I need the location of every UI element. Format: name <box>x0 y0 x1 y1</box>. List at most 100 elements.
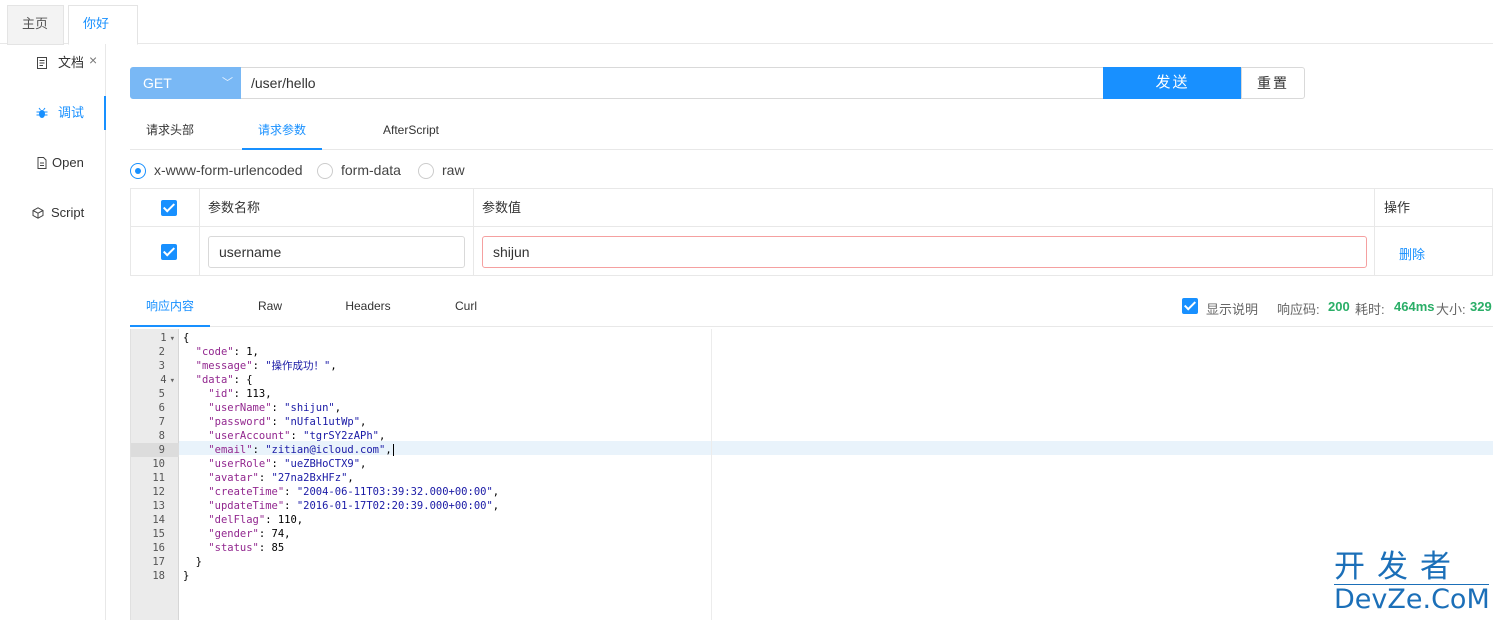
chevron-down-icon: ﹀ <box>222 77 233 89</box>
sidebar: 文档 调试 Open Script <box>0 44 106 620</box>
code-line: "userAccount": "tgrSY2zAPh", <box>208 430 386 442</box>
code-line: "message": "操作成功！", <box>195 360 337 372</box>
header-action: 操作 <box>1384 200 1411 215</box>
request-tabs: 请求头部 请求参数 AfterScript <box>130 112 1493 150</box>
time-label: 耗时: <box>1355 302 1385 317</box>
tab-request-headers[interactable]: 请求头部 <box>130 112 210 150</box>
code-line: } <box>183 556 202 568</box>
show-desc-checkbox[interactable] <box>1182 298 1198 314</box>
radio-dot <box>130 163 146 179</box>
code-line: "code": 1, <box>195 346 259 358</box>
param-table-header: 参数名称 参数值 操作 <box>131 189 1493 227</box>
tab-home[interactable]: 主页 <box>7 5 64 45</box>
line-number: 11 <box>152 472 165 484</box>
line-number: 17 <box>152 556 165 568</box>
param-name-input[interactable]: username <box>208 236 465 268</box>
tab-curl[interactable]: Curl <box>426 288 506 327</box>
send-button[interactable]: 发送 <box>1103 67 1242 99</box>
response-meta: 显示说明 响应码: 200 耗时: 464ms 大小: 329 <box>1182 298 1493 318</box>
size-value: 329 <box>1470 299 1492 314</box>
sidebar-item-open[interactable]: Open <box>0 146 106 180</box>
file-icon <box>37 157 47 169</box>
tab-request-params[interactable]: 请求参数 <box>242 112 322 150</box>
code-line: "email": "zitian@icloud.com", <box>208 444 394 456</box>
line-number: 15 <box>152 528 165 540</box>
tab-home-label: 主页 <box>22 16 49 31</box>
watermark-bottom: DevZe.CoM <box>1334 584 1490 615</box>
code-line: } <box>183 570 190 582</box>
method-value: GET <box>143 75 172 91</box>
method-select[interactable]: GET ﹀ <box>130 67 242 99</box>
line-number: 2 <box>158 346 165 358</box>
code-line: "status": 85 <box>208 542 285 554</box>
line-number: 9 <box>131 443 179 457</box>
code-line: "id": 113, <box>208 388 272 400</box>
code-line: "avatar": "27na2BxHFz", <box>208 472 354 484</box>
line-number: 3 <box>158 360 165 372</box>
param-table: 参数名称 参数值 操作 username shijun 删除 <box>130 188 1493 276</box>
line-number: 18 <box>152 570 165 582</box>
line-number: 13 <box>152 500 165 512</box>
reset-button[interactable]: 重置 <box>1241 67 1305 99</box>
code-line: "data": { <box>195 374 253 386</box>
tab-headers[interactable]: Headers <box>328 288 408 327</box>
sidebar-item-debug[interactable]: 调试 <box>0 96 106 130</box>
code-line: "updateTime": "2016-01-17T02:20:39.000+0… <box>208 500 500 512</box>
editor-divider <box>711 329 712 620</box>
code-line: "userName": "shijun", <box>208 402 342 414</box>
line-number-gutter: 123456789101112131415161718 <box>131 329 179 620</box>
select-all-checkbox[interactable] <box>161 200 177 216</box>
response-tabs: 响应内容 Raw Headers Curl 显示说明 响应码: 200 耗时: … <box>130 288 1493 327</box>
tab-hello[interactable]: 你好× <box>68 5 138 68</box>
status-code: 200 <box>1328 299 1350 314</box>
column-divider <box>473 189 474 275</box>
line-number: 1 <box>131 331 179 345</box>
delete-link[interactable]: 删除 <box>1399 244 1425 263</box>
bug-icon <box>36 107 48 118</box>
sidebar-item-docs[interactable]: 文档 <box>0 46 106 80</box>
radio-label: raw <box>442 162 465 178</box>
sidebar-item-label: Open <box>52 155 84 170</box>
sidebar-item-label: 文档 <box>58 55 85 70</box>
cube-icon <box>32 207 44 219</box>
line-number: 8 <box>158 430 165 442</box>
line-number: 14 <box>152 514 165 526</box>
header-param-name: 参数名称 <box>208 200 261 215</box>
time-value: 464ms <box>1394 299 1435 314</box>
tab-response-content[interactable]: 响应内容 <box>130 288 210 327</box>
radio-dot <box>317 163 333 179</box>
url-input[interactable]: /user/hello <box>241 67 1104 99</box>
sidebar-item-label: Script <box>51 205 85 220</box>
top-tab-bar: 主页 你好× <box>0 0 1493 68</box>
tab-raw[interactable]: Raw <box>230 288 310 327</box>
line-number: 16 <box>152 542 165 554</box>
column-divider <box>1374 189 1375 275</box>
document-icon <box>37 57 47 69</box>
line-number: 6 <box>158 402 165 414</box>
line-number: 4 <box>131 373 179 387</box>
show-desc-label: 显示说明 <box>1206 302 1259 317</box>
radio-label: form-data <box>341 162 401 178</box>
sidebar-item-label: 调试 <box>58 105 85 120</box>
tab-hello-label: 你好 <box>83 16 110 31</box>
code-line: "userRole": "ueZBHoCTX9", <box>208 458 367 470</box>
param-value-input[interactable]: shijun <box>482 236 1367 268</box>
column-divider <box>199 189 200 275</box>
response-editor[interactable]: 123456789101112131415161718 { "code": 1,… <box>130 329 1493 620</box>
watermark-top: 开发者 <box>1334 549 1463 585</box>
code-line: "password": "nUfal1utWp", <box>208 416 367 428</box>
status-code-label: 响应码: <box>1277 302 1320 317</box>
sidebar-item-script[interactable]: Script <box>0 196 106 230</box>
line-number: 5 <box>158 388 165 400</box>
line-number: 7 <box>158 416 165 428</box>
radio-label: x-www-form-urlencoded <box>154 162 303 178</box>
code-line: "gender": 74, <box>208 528 291 540</box>
code-line: "delFlag": 110, <box>208 514 304 526</box>
line-number: 12 <box>152 486 165 498</box>
size-label: 大小: <box>1436 302 1466 317</box>
tab-afterscript[interactable]: AfterScript <box>356 112 466 150</box>
row-checkbox[interactable] <box>161 244 177 260</box>
line-number: 10 <box>152 458 165 470</box>
radio-dot <box>418 163 434 179</box>
header-param-value: 参数值 <box>482 200 522 215</box>
